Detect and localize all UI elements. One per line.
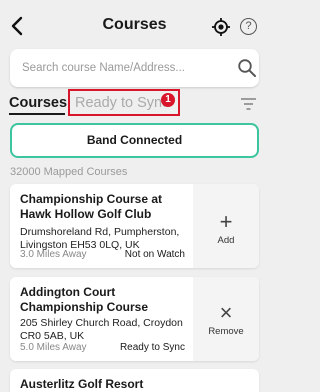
course-card[interactable]: Addington Court Championship Course 205 … [10, 277, 259, 361]
search-bar [10, 49, 259, 87]
remove-label: Remove [208, 326, 244, 337]
help-icon[interactable]: ? [240, 18, 257, 35]
course-info: Austerlitz Golf Resort [10, 369, 193, 392]
close-icon: × [219, 300, 233, 325]
course-name: Championship Course at Hawk Hollow Golf … [20, 192, 163, 221]
tab-ready-to-sync[interactable]: Ready to Sync 1 [68, 89, 180, 116]
crosshair-location-icon[interactable] [211, 17, 231, 37]
course-status: Ready to Sync [119, 342, 185, 353]
add-label: Add [217, 235, 235, 246]
course-card[interactable]: Championship Course at Hawk Hollow Golf … [10, 184, 259, 268]
course-distance: 5.0 Miles Away [20, 342, 87, 353]
sync-count-badge: 1 [161, 93, 175, 107]
plus-icon: + [219, 209, 233, 234]
course-name: Addington Court Championship Course [20, 285, 149, 314]
course-name: Austerlitz Golf Resort [20, 377, 144, 391]
course-distance: 3.0 Miles Away [20, 249, 87, 260]
remove-course-button[interactable]: × Remove [193, 277, 259, 361]
add-course-button[interactable]: + Add [193, 184, 259, 268]
tab-courses[interactable]: Courses [9, 95, 67, 111]
header: Courses ? [0, 0, 269, 52]
search-icon[interactable] [237, 58, 257, 78]
mapped-courses-count: 32000 Mapped Courses [10, 166, 128, 178]
tab-ready-to-sync-label: Ready to Sync [75, 95, 165, 111]
tab-bar: Courses Ready to Sync 1 [0, 88, 269, 120]
filter-icon[interactable] [240, 97, 257, 111]
tab-active-indicator [9, 113, 65, 115]
course-footer: 3.0 Miles Away Not on Watch [20, 249, 185, 261]
band-connected-button[interactable]: Band Connected [10, 123, 259, 158]
search-input[interactable] [22, 59, 222, 77]
course-status: Not on Watch [124, 249, 185, 260]
course-address: 205 Shirley Church Road, Croydon CR0 5AB… [20, 317, 183, 342]
course-card[interactable]: Austerlitz Golf Resort [10, 369, 259, 392]
course-footer: 5.0 Miles Away Ready to Sync [20, 342, 185, 354]
